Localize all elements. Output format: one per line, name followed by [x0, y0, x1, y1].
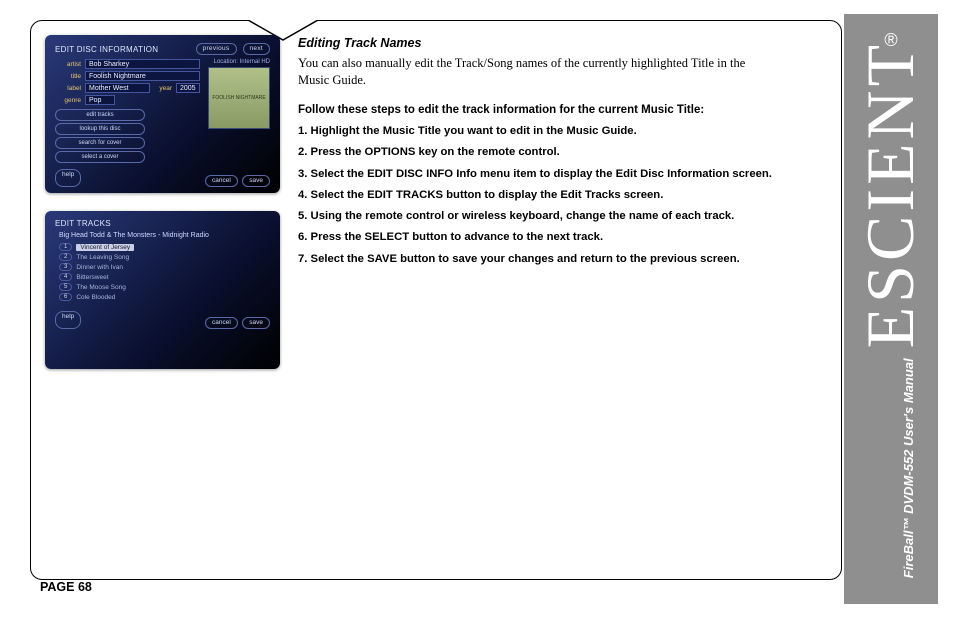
year-value: 2005 [176, 83, 200, 93]
track-row: 6 Cole Blooded [59, 293, 266, 301]
screenshot-edit-disc-info: EDIT DISC INFORMATION previous next arti… [45, 35, 280, 193]
track-number: 5 [59, 283, 72, 291]
track-name: Cole Blooded [76, 294, 115, 301]
thumb1-prev: previous [196, 43, 237, 55]
screenshot-column: EDIT DISC INFORMATION previous next arti… [45, 35, 280, 369]
year-label: year [154, 85, 172, 92]
step-item: 3. Select the EDIT DISC INFO Info menu i… [298, 167, 835, 182]
section-intro: You can also manually edit the Track/Son… [298, 55, 768, 89]
step-item: 2. Press the OPTIONS key on the remote c… [298, 145, 835, 160]
track-number: 6 [59, 293, 72, 301]
artist-value: Bob Sharkey [85, 59, 200, 69]
track-name: Dinner with Ivan [76, 264, 123, 271]
track-number: 4 [59, 273, 72, 281]
track-number: 1 [59, 243, 72, 251]
title-label: title [55, 73, 81, 80]
step-item: 1. Highlight the Music Title you want to… [298, 124, 835, 139]
sidebar-model: DVDM-552 User's Manual [902, 358, 917, 514]
thumb2-header: EDIT TRACKS [55, 219, 111, 228]
track-row: 3 Dinner with Ivan [59, 263, 266, 271]
track-row: 2 The Leaving Song [59, 253, 266, 261]
thumb2-help: help [55, 311, 81, 329]
thumb1-cancel: cancel [205, 175, 238, 187]
album-cover-text: FOOLISH NIGHTMARE [212, 95, 265, 101]
step-item: 7. Select the SAVE button to save your c… [298, 252, 835, 267]
screenshot-edit-tracks: EDIT TRACKS Big Head Todd & The Monsters… [45, 211, 280, 369]
title-value: Foolish Nightmare [85, 71, 200, 81]
section-title: Editing Track Names [298, 35, 835, 52]
frame-notch [248, 11, 318, 33]
album-cover: FOOLISH NIGHTMARE [208, 67, 270, 129]
select-cover-pill: select a cover [55, 151, 145, 163]
genre-label: genre [55, 97, 81, 104]
lookup-disc-pill: lookup this disc [55, 123, 145, 135]
artist-label: artist [55, 61, 81, 68]
thumb2-subtitle: Big Head Todd & The Monsters - Midnight … [59, 232, 270, 239]
sidebar-brand: ESCIENT [852, 40, 931, 348]
track-number: 3 [59, 263, 72, 271]
sidebar-subline: FireBall™ DVDM-552 User's Manual [902, 358, 917, 578]
sidebar-brand-panel: ® FireBall™ DVDM-552 User's Manual ESCIE… [844, 14, 938, 604]
step-item: 5. Using the remote control or wireless … [298, 209, 835, 224]
label-value: Mother West [85, 83, 150, 93]
track-row: 5 The Moose Song [59, 283, 266, 291]
instruction-text: Editing Track Names You can also manuall… [298, 35, 835, 369]
thumb2-cancel: cancel [205, 317, 238, 329]
track-number: 2 [59, 253, 72, 261]
track-name: Bittersweet [76, 274, 108, 281]
thumb1-header: EDIT DISC INFORMATION [55, 45, 158, 54]
track-name: Vincent of Jersey [76, 244, 134, 251]
search-cover-pill: search for cover [55, 137, 145, 149]
location-text: Location: Internal HD [214, 59, 270, 65]
genre-value: Pop [85, 95, 115, 105]
thumb1-next: next [243, 43, 271, 55]
track-name: The Leaving Song [76, 254, 129, 261]
step-item: 6. Press the SELECT button to advance to… [298, 230, 835, 245]
track-row: 4 Bittersweet [59, 273, 266, 281]
track-list: 1 Vincent of Jersey 2 The Leaving Song 3 Dinn… [59, 243, 266, 301]
thumb1-save: save [242, 175, 270, 187]
thumb1-button-list: edit tracks lookup this disc search for … [55, 109, 145, 163]
edit-tracks-pill: edit tracks [55, 109, 145, 121]
step-item: 4. Select the EDIT TRACKS button to disp… [298, 188, 835, 203]
thumb1-help: help [55, 169, 81, 187]
label-label: label [55, 85, 81, 92]
track-row: 1 Vincent of Jersey [59, 243, 266, 251]
track-name: The Moose Song [76, 284, 126, 291]
page-number: PAGE 68 [40, 580, 92, 594]
thumb2-save: save [242, 317, 270, 329]
steps-lead: Follow these steps to edit the track inf… [298, 103, 835, 119]
sidebar-product: FireBall™ [902, 517, 917, 578]
steps-list: 1. Highlight the Music Title you want to… [298, 124, 835, 267]
